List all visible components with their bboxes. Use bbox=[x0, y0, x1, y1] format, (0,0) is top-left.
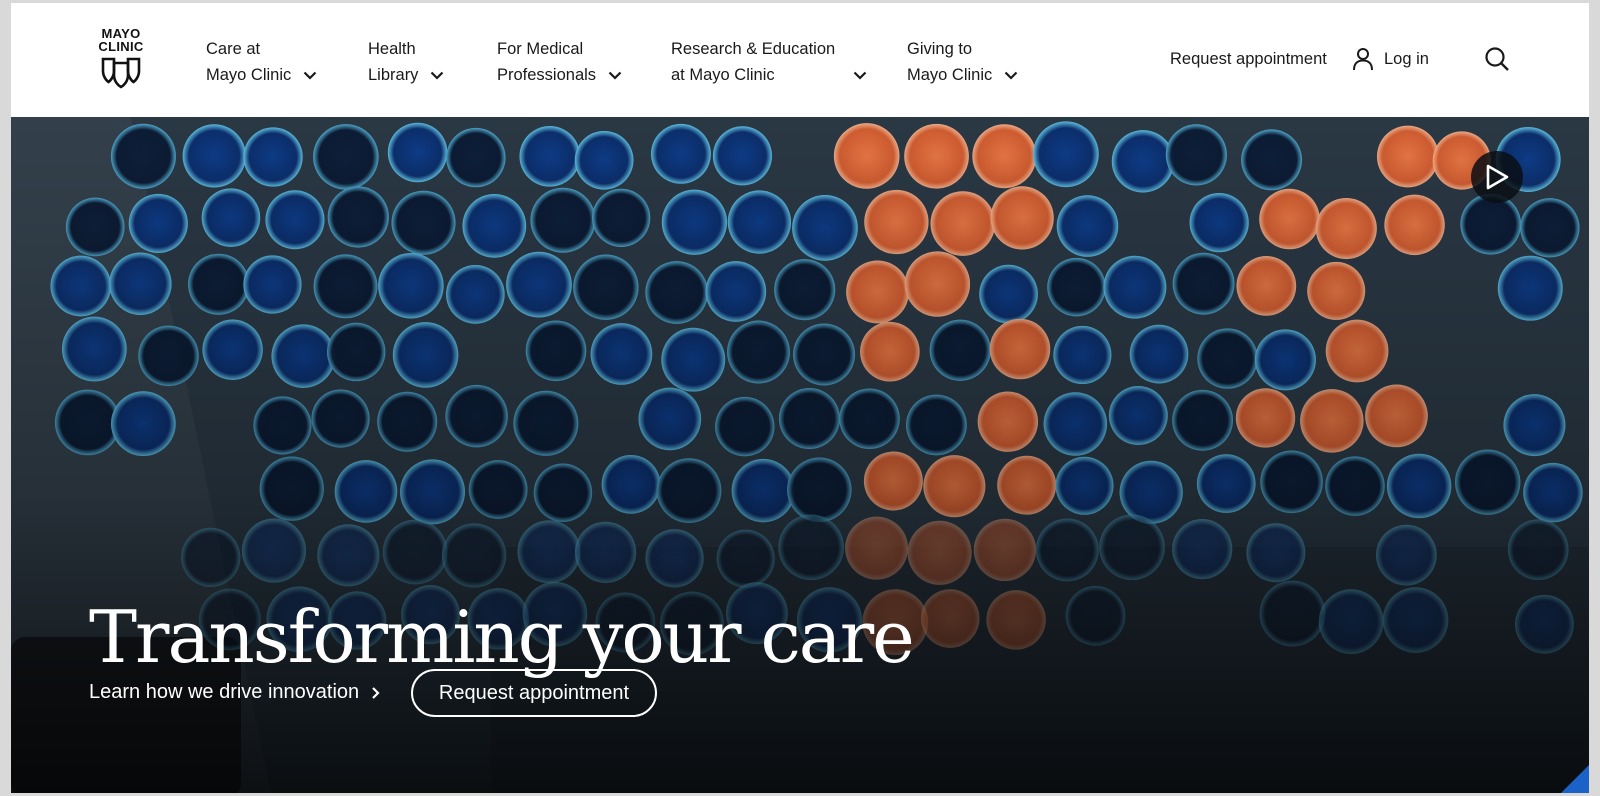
chevron-down-icon bbox=[608, 71, 622, 80]
chevron-right-icon bbox=[372, 686, 380, 699]
nav-label: Research & Education at Mayo Clinic bbox=[671, 40, 836, 84]
login-label: Log in bbox=[1384, 50, 1429, 68]
nav-giving-to-mayo-clinic[interactable]: Giving to Mayo Clinic bbox=[907, 36, 1018, 88]
search-icon[interactable] bbox=[1483, 45, 1511, 73]
nav-label: Health Library bbox=[368, 40, 419, 84]
play-video-button[interactable] bbox=[1471, 151, 1523, 203]
hero-banner: Transforming your care Learn how we driv… bbox=[11, 117, 1589, 793]
chevron-down-icon bbox=[1005, 71, 1018, 80]
chevron-down-icon bbox=[431, 71, 444, 80]
chevron-down-icon bbox=[304, 71, 317, 80]
hero-request-appointment-button[interactable]: Request appointment bbox=[411, 669, 657, 717]
nav-health-library[interactable]: Health Library bbox=[368, 36, 444, 88]
corner-accent bbox=[1561, 765, 1589, 793]
logo-wordmark: MAYO CLINIC bbox=[95, 27, 147, 53]
browser-viewport: MAYO CLINIC Care at Mayo Clinic Health Lib… bbox=[11, 3, 1589, 793]
logo-line-2: CLINIC bbox=[98, 39, 144, 54]
site-header: MAYO CLINIC Care at Mayo Clinic Health Lib… bbox=[11, 3, 1589, 117]
request-appointment-link[interactable]: Request appointment bbox=[1170, 47, 1327, 71]
nav-label: For Medical Professionals bbox=[497, 40, 597, 84]
nav-care-at-mayo-clinic[interactable]: Care at Mayo Clinic bbox=[206, 36, 317, 88]
nav-label: Care at Mayo Clinic bbox=[206, 40, 292, 84]
nav-research-education[interactable]: Research & Education at Mayo Clinic bbox=[671, 36, 867, 88]
login-button[interactable]: Log in bbox=[1352, 47, 1429, 71]
learn-innovation-label: Learn how we drive innovation bbox=[89, 681, 360, 703]
mayo-clinic-logo[interactable]: MAYO CLINIC bbox=[95, 27, 147, 91]
nav-label: Giving to Mayo Clinic bbox=[907, 40, 993, 84]
chevron-down-icon bbox=[853, 71, 867, 80]
nav-for-medical-professionals[interactable]: For Medical Professionals bbox=[497, 36, 622, 88]
shield-icon bbox=[101, 57, 141, 89]
learn-innovation-link[interactable]: Learn how we drive innovation bbox=[89, 681, 380, 704]
hero-title: Transforming your care bbox=[89, 595, 915, 680]
play-icon bbox=[1486, 164, 1509, 190]
user-icon bbox=[1353, 48, 1373, 71]
